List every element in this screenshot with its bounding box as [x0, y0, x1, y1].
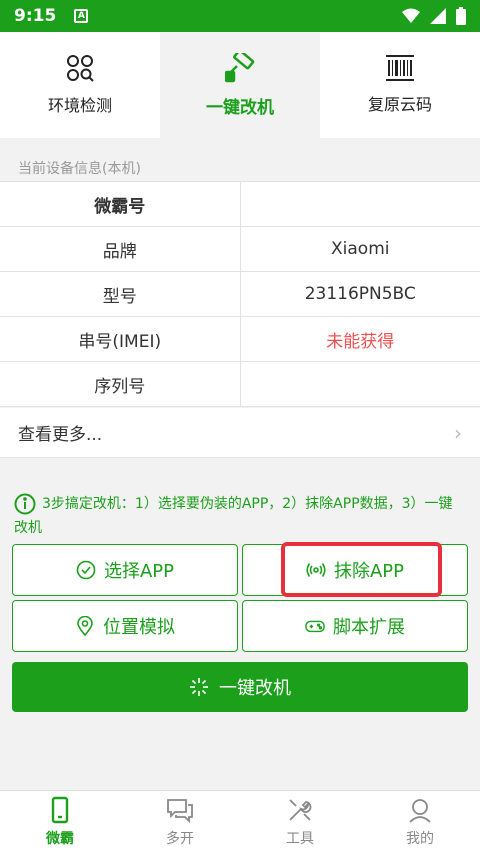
tab-one-key-modify[interactable]: 一键改机 [160, 32, 320, 138]
info-icon [14, 493, 36, 515]
tab-one-key-modify-label: 一键改机 [206, 97, 274, 118]
highlight-box [281, 542, 442, 597]
location-pin-icon [77, 616, 93, 636]
nav-label: 我的 [406, 830, 434, 847]
info-value [241, 182, 480, 226]
info-label: 微霸号 [0, 182, 241, 226]
select-app-label: 选择APP [103, 561, 175, 582]
location-simulate-button[interactable]: 位置模拟 [12, 600, 238, 652]
location-simulate-label: 位置模拟 [103, 617, 175, 638]
bottom-nav: 微霸 多开 工具 我的 [0, 790, 480, 852]
tab-env-check[interactable]: 环境检测 [0, 32, 160, 138]
chat-bubbles-icon [167, 798, 193, 823]
view-more-row[interactable]: 查看更多... › [0, 408, 480, 458]
info-row-brand: 品牌 Xiaomi [0, 227, 480, 272]
chevron-right-icon: › [454, 420, 462, 445]
tab-env-check-label: 环境检测 [47, 96, 112, 115]
device-info-table: 微霸号 品牌 Xiaomi 型号 23116PN5BC 串号(IMEI) 未能获… [0, 181, 480, 407]
info-value [241, 362, 480, 406]
barcode-icon [386, 55, 414, 81]
info-label: 序列号 [0, 362, 241, 406]
device-info-title: 当前设备信息(本机) [18, 161, 141, 177]
steps-tip-text: 3步搞定改机：1）选择要伪装的APP，2）抹除APP数据，3）一键改机 [14, 496, 453, 536]
nav-item-mine[interactable]: 我的 [360, 791, 480, 852]
top-tabs: 环境检测 一键改机 复原云码 [0, 32, 480, 138]
nav-label: 微霸 [46, 830, 74, 847]
status-icons [402, 7, 466, 25]
script-extension-label: 脚本扩展 [333, 617, 405, 638]
signal-icon [430, 8, 446, 24]
view-more-label: 查看更多... [18, 425, 103, 445]
info-label: 型号 [0, 272, 241, 316]
nav-label: 工具 [286, 830, 314, 847]
paint-roller-icon [225, 52, 255, 82]
one-key-modify-label: 一键改机 [219, 678, 291, 699]
nav-item-tools[interactable]: 工具 [240, 791, 360, 852]
info-row-imei: 串号(IMEI) 未能获得 [0, 317, 480, 362]
env-check-icon [67, 55, 94, 82]
script-extension-button[interactable]: 脚本扩展 [242, 600, 468, 652]
steps-tip: 3步搞定改机：1）选择要伪装的APP，2）抹除APP数据，3）一键改机 [14, 492, 466, 540]
select-app-button[interactable]: 选择APP [12, 544, 238, 596]
info-row-weiba-id: 微霸号 [0, 182, 480, 227]
phone-icon [51, 796, 69, 823]
tab-restore-cloud-code[interactable]: 复原云码 [320, 32, 480, 138]
status-bar: 9:15 A [0, 0, 480, 32]
info-row-serial: 序列号 [0, 362, 480, 407]
info-row-model: 型号 23116PN5BC [0, 272, 480, 317]
info-label: 品牌 [0, 227, 241, 271]
battery-icon [456, 7, 466, 25]
tab-restore-cloud-code-label: 复原云码 [367, 95, 432, 114]
gamepad-icon [305, 620, 325, 633]
nav-item-multi-open[interactable]: 多开 [120, 791, 240, 852]
status-time: 9:15 [14, 6, 57, 26]
notification-icon: A [74, 9, 89, 23]
nav-label: 多开 [166, 830, 194, 847]
wifi-icon [402, 8, 420, 23]
nav-item-weiba[interactable]: 微霸 [0, 791, 120, 852]
tools-icon [289, 798, 312, 821]
info-label: 串号(IMEI) [0, 317, 241, 361]
one-key-modify-button[interactable]: 一键改机 [12, 662, 468, 712]
user-icon [409, 798, 431, 823]
sparkle-icon [190, 678, 208, 696]
check-circle-icon [76, 560, 96, 580]
info-value: 未能获得 [326, 331, 395, 352]
info-value: 23116PN5BC [304, 284, 416, 304]
info-value: Xiaomi [331, 239, 390, 259]
